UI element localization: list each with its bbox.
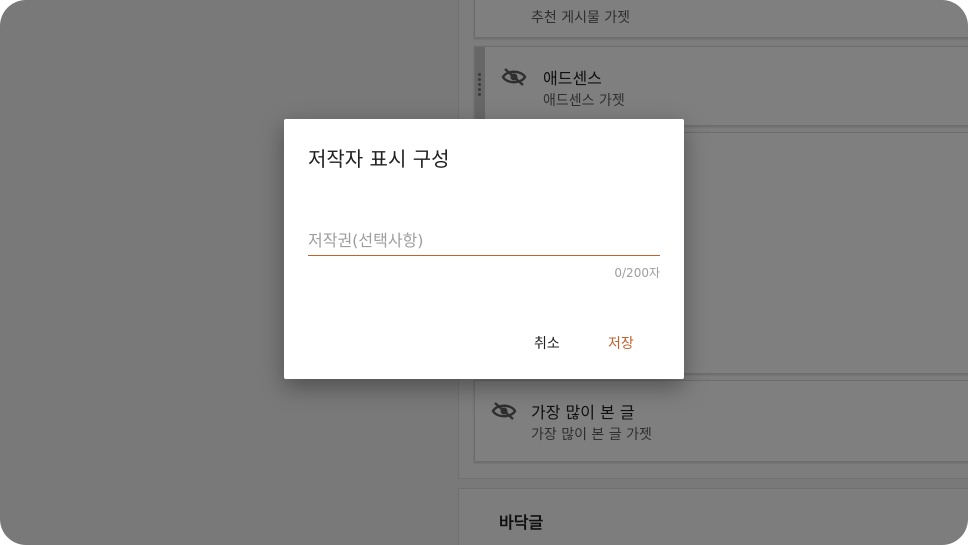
dialog-title: 저작자 표시 구성 (308, 147, 450, 171)
save-button[interactable]: 저장 (602, 325, 640, 361)
attribution-dialog: 저작자 표시 구성 0/200자 취소 저장 (284, 119, 684, 379)
copyright-input[interactable] (308, 225, 660, 256)
character-counter: 0/200자 (614, 266, 660, 280)
cancel-button[interactable]: 취소 (528, 325, 566, 361)
app-frame: 추천 게시물 가젯 애드센스 애드센스 가젯 가장 많이 본 글 가장 많이 (0, 0, 968, 545)
